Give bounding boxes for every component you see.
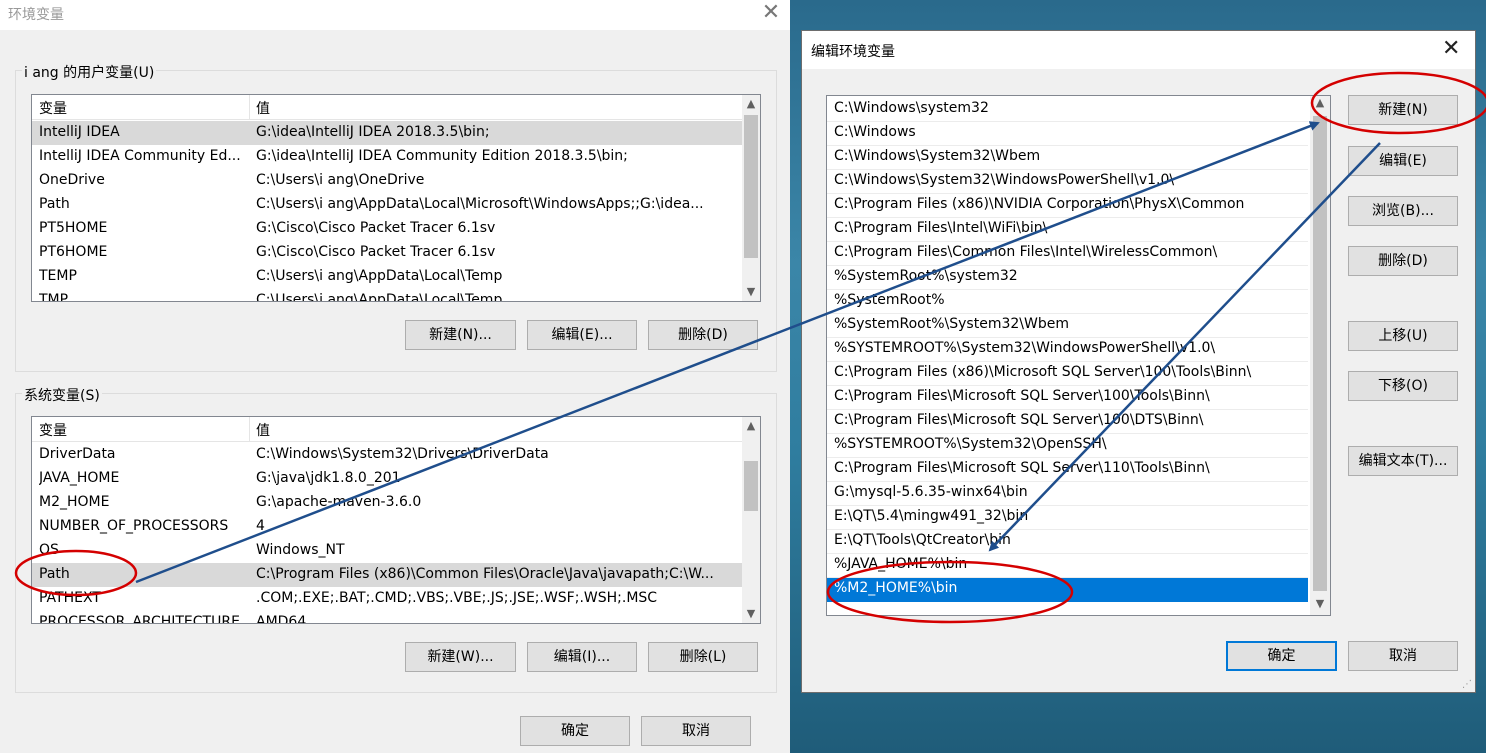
list-item[interactable]: %SystemRoot%\system32 xyxy=(827,266,1308,290)
user-delete-button[interactable]: 删除(D) xyxy=(648,320,758,350)
table-row[interactable]: PT5HOME G:\Cisco\Cisco Packet Tracer 6.1s… xyxy=(32,217,742,241)
scroll-down-icon[interactable]: ▼ xyxy=(742,605,760,623)
list-item[interactable]: C:\Program Files (x86)\Microsoft SQL Ser… xyxy=(827,362,1308,386)
user-edit-button[interactable]: 编辑(E)... xyxy=(527,320,637,350)
table-row[interactable]: M2_HOME G:\apache-maven-3.6.0 xyxy=(32,491,742,515)
table-row[interactable]: TMP C:\Users\i ang\AppData\Local\Temp xyxy=(32,289,742,301)
list-item[interactable]: C:\Windows xyxy=(827,122,1308,146)
scroll-thumb[interactable] xyxy=(744,115,758,258)
system-edit-button[interactable]: 编辑(I)... xyxy=(527,642,637,672)
user-new-button[interactable]: 新建(N)... xyxy=(405,320,516,350)
list-item[interactable]: C:\Windows\System32\WindowsPowerShell\v1… xyxy=(827,170,1308,194)
close-icon[interactable]: ✕ xyxy=(760,0,782,25)
edit-text-button[interactable]: 编辑文本(T)... xyxy=(1348,446,1458,476)
scrollbar[interactable]: ▲ ▼ xyxy=(1310,96,1330,615)
list-item[interactable]: C:\Program Files\Intel\WiFi\bin\ xyxy=(827,218,1308,242)
user-variables-label: i ang 的用户变量(U) xyxy=(22,62,157,82)
table-row[interactable]: Path C:\Users\i ang\AppData\Local\Microso… xyxy=(32,193,742,217)
title-bar: 环境变量 ✕ xyxy=(0,0,790,30)
scroll-up-icon[interactable]: ▲ xyxy=(742,417,760,435)
table-row[interactable]: Path C:\Program Files (x86)\Common Files\… xyxy=(32,563,742,587)
close-icon[interactable]: ✕ xyxy=(1442,36,1460,61)
scroll-up-icon[interactable]: ▲ xyxy=(742,95,760,113)
table-row[interactable]: TEMP C:\Users\i ang\AppData\Local\Temp xyxy=(32,265,742,289)
environment-variables-window: 环境变量 ✕ i ang 的用户变量(U) 变量 值 IntelliJ IDEA… xyxy=(0,0,790,753)
list-item[interactable]: C:\Program Files\Microsoft SQL Server\11… xyxy=(827,458,1308,482)
list-item[interactable]: C:\Program Files (x86)\NVIDIA Corporatio… xyxy=(827,194,1308,218)
table-row[interactable]: NUMBER_OF_PROCESSORS 4 xyxy=(32,515,742,539)
list-item[interactable]: %JAVA_HOME%\bin xyxy=(827,554,1308,578)
scrollbar[interactable]: ▲ ▼ xyxy=(742,95,760,301)
scroll-up-icon[interactable]: ▲ xyxy=(1310,96,1330,114)
column-header-variable[interactable]: 变量 xyxy=(39,420,67,440)
table-row[interactable]: IntelliJ IDEA Community Ed... G:\idea\Int… xyxy=(32,145,742,169)
table-row[interactable]: IntelliJ IDEA G:\idea\IntelliJ IDEA 2018.… xyxy=(32,121,742,145)
delete-button[interactable]: 删除(D) xyxy=(1348,246,1458,276)
table-row[interactable]: OneDrive C:\Users\i ang\OneDrive xyxy=(32,169,742,193)
user-variables-table[interactable]: 变量 值 IntelliJ IDEA G:\idea\IntelliJ IDEA … xyxy=(31,94,761,302)
scroll-thumb[interactable] xyxy=(1313,116,1327,591)
list-item-selected[interactable]: %M2_HOME%\bin xyxy=(827,578,1308,602)
scroll-thumb[interactable] xyxy=(744,461,758,511)
title-bar: 编辑环境变量 ✕ xyxy=(802,31,1475,69)
system-delete-button[interactable]: 删除(L) xyxy=(648,642,758,672)
cancel-button[interactable]: 取消 xyxy=(641,716,751,746)
system-variables-label: 系统变量(S) xyxy=(22,385,102,405)
edit-button[interactable]: 编辑(E) xyxy=(1348,146,1458,176)
system-new-button[interactable]: 新建(W)... xyxy=(405,642,516,672)
list-item[interactable]: %SystemRoot% xyxy=(827,290,1308,314)
scroll-down-icon[interactable]: ▼ xyxy=(742,283,760,301)
ok-button[interactable]: 确定 xyxy=(520,716,630,746)
new-button[interactable]: 新建(N) xyxy=(1348,95,1458,125)
cancel-button[interactable]: 取消 xyxy=(1348,641,1458,671)
column-header-value[interactable]: 值 xyxy=(256,98,270,118)
list-item[interactable]: E:\QT\5.4\mingw491_32\bin xyxy=(827,506,1308,530)
move-up-button[interactable]: 上移(U) xyxy=(1348,321,1458,351)
list-item[interactable]: C:\Program Files\Common Files\Intel\Wire… xyxy=(827,242,1308,266)
resize-grip-icon[interactable]: ⋰ xyxy=(1462,679,1474,691)
move-down-button[interactable]: 下移(O) xyxy=(1348,371,1458,401)
list-item[interactable]: C:\Windows\System32\Wbem xyxy=(827,146,1308,170)
list-item[interactable]: C:\Program Files\Microsoft SQL Server\10… xyxy=(827,386,1308,410)
table-row[interactable]: PT6HOME G:\Cisco\Cisco Packet Tracer 6.1s… xyxy=(32,241,742,265)
table-row[interactable]: DriverData C:\Windows\System32\Drivers\Dr… xyxy=(32,443,742,467)
column-header-variable[interactable]: 变量 xyxy=(39,98,67,118)
table-row[interactable]: PATHEXT .COM;.EXE;.BAT;.CMD;.VBS;.VBE;.JS… xyxy=(32,587,742,611)
system-variables-table[interactable]: 变量 值 DriverData C:\Windows\System32\Drive… xyxy=(31,416,761,624)
table-header: 变量 值 xyxy=(32,95,742,120)
ok-button[interactable]: 确定 xyxy=(1226,641,1337,671)
scrollbar[interactable]: ▲ ▼ xyxy=(742,417,760,623)
list-item[interactable]: %SYSTEMROOT%\System32\OpenSSH\ xyxy=(827,434,1308,458)
list-item[interactable]: %SYSTEMROOT%\System32\WindowsPowerShell\… xyxy=(827,338,1308,362)
list-item[interactable]: C:\Program Files\Microsoft SQL Server\10… xyxy=(827,410,1308,434)
scroll-down-icon[interactable]: ▼ xyxy=(1310,597,1330,615)
list-item[interactable]: %SystemRoot%\System32\Wbem xyxy=(827,314,1308,338)
table-row[interactable]: JAVA_HOME G:\java\jdk1.8.0_201 xyxy=(32,467,742,491)
window-title: 环境变量 xyxy=(8,7,64,23)
dialog-title: 编辑环境变量 xyxy=(811,44,895,60)
edit-environment-variable-dialog: 编辑环境变量 ✕ C:\Windows\system32 C:\Windows … xyxy=(801,30,1476,693)
path-list[interactable]: C:\Windows\system32 C:\Windows C:\Window… xyxy=(826,95,1331,616)
table-row[interactable]: OS Windows_NT xyxy=(32,539,742,563)
list-item[interactable]: E:\QT\Tools\QtCreator\bin xyxy=(827,530,1308,554)
list-item[interactable]: C:\Windows\system32 xyxy=(827,98,1308,122)
table-header: 变量 值 xyxy=(32,417,742,442)
browse-button[interactable]: 浏览(B)... xyxy=(1348,196,1458,226)
table-row[interactable]: PROCESSOR_ARCHITECTURE AMD64 xyxy=(32,611,742,623)
list-item[interactable]: G:\mysql-5.6.35-winx64\bin xyxy=(827,482,1308,506)
column-header-value[interactable]: 值 xyxy=(256,420,270,440)
